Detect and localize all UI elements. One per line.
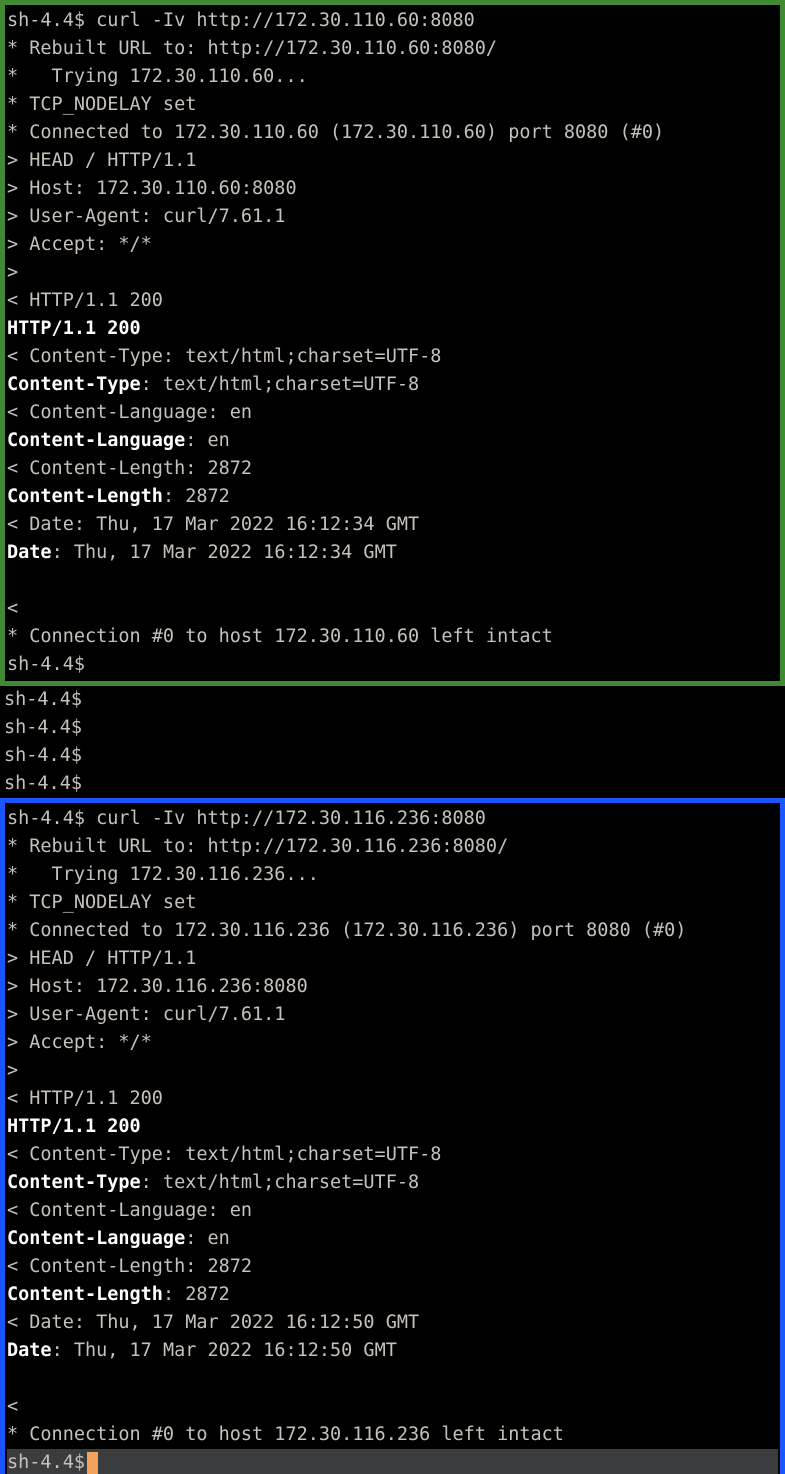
- header-val: : text/html;charset=UTF-8: [141, 1172, 419, 1193]
- output-line: > Accept: */*: [7, 231, 778, 259]
- output-line: <: [7, 595, 778, 623]
- blank-line: [7, 1365, 778, 1393]
- output-line: < Content-Type: text/html;charset=UTF-8: [7, 1141, 778, 1169]
- shell-prompt: sh-4.4$: [4, 686, 781, 714]
- output-line: < Content-Length: 2872: [7, 1253, 778, 1281]
- header-line: Content-Length: 2872: [7, 1281, 778, 1309]
- header-key: Content-Type: [7, 1172, 141, 1193]
- output-line: * TCP_NODELAY set: [7, 91, 778, 119]
- header-key: Content-Language: [7, 430, 185, 451]
- output-line: * Trying 172.30.116.236...: [7, 861, 778, 889]
- command-line: sh-4.4$ curl -Iv http://172.30.110.60:80…: [7, 7, 778, 35]
- header-line: Content-Type: text/html;charset=UTF-8: [7, 371, 778, 399]
- shell-prompt: sh-4.4$: [7, 808, 85, 829]
- active-prompt-row[interactable]: sh-4.4$: [7, 1449, 778, 1474]
- header-val: : Thu, 17 Mar 2022 16:12:50 GMT: [52, 1340, 397, 1361]
- header-line: Content-Type: text/html;charset=UTF-8: [7, 1169, 778, 1197]
- header-val: : en: [185, 430, 230, 451]
- output-line: > User-Agent: curl/7.61.1: [7, 203, 778, 231]
- output-line: * Rebuilt URL to: http://172.30.116.236:…: [7, 833, 778, 861]
- output-line: >: [7, 1057, 778, 1085]
- header-val: : 2872: [163, 486, 230, 507]
- shell-prompt: sh-4.4$: [7, 10, 85, 31]
- header-key: Content-Length: [7, 486, 163, 507]
- shell-prompt: sh-4.4$: [4, 714, 781, 742]
- blank-line: [7, 567, 778, 595]
- output-line: * TCP_NODELAY set: [7, 889, 778, 917]
- terminal-root[interactable]: sh-4.4$ curl -Iv http://172.30.110.60:80…: [0, 0, 785, 1474]
- output-line: * Connection #0 to host 172.30.116.236 l…: [7, 1421, 778, 1449]
- shell-prompt: sh-4.4$: [4, 770, 781, 798]
- output-line: * Connected to 172.30.110.60 (172.30.110…: [7, 119, 778, 147]
- header-key: Content-Language: [7, 1228, 185, 1249]
- output-line: > HEAD / HTTP/1.1: [7, 147, 778, 175]
- output-line: < Date: Thu, 17 Mar 2022 16:12:50 GMT: [7, 1309, 778, 1337]
- output-line: < Content-Type: text/html;charset=UTF-8: [7, 343, 778, 371]
- output-line: < Content-Language: en: [7, 1197, 778, 1225]
- http-status: HTTP/1.1 200: [7, 1113, 778, 1141]
- header-line: Content-Language: en: [7, 427, 778, 455]
- header-key: Date: [7, 1340, 52, 1361]
- shell-prompt: sh-4.4$: [7, 651, 778, 679]
- panel-1: sh-4.4$ curl -Iv http://172.30.110.60:80…: [0, 0, 785, 686]
- cursor-icon: [87, 1452, 98, 1474]
- header-key: Date: [7, 542, 52, 563]
- panel-2: sh-4.4$ curl -Iv http://172.30.116.236:8…: [0, 798, 785, 1474]
- command-text: curl -Iv: [85, 10, 196, 31]
- output-line: < Content-Length: 2872: [7, 455, 778, 483]
- output-line: < HTTP/1.1 200: [7, 1085, 778, 1113]
- header-val: : text/html;charset=UTF-8: [141, 374, 419, 395]
- output-line: * Connection #0 to host 172.30.110.60 le…: [7, 623, 778, 651]
- output-line: < HTTP/1.1 200: [7, 287, 778, 315]
- output-line: > User-Agent: curl/7.61.1: [7, 1001, 778, 1029]
- command-url: http://172.30.116.236:8080: [196, 808, 486, 829]
- output-line: * Connected to 172.30.116.236 (172.30.11…: [7, 917, 778, 945]
- output-line: * Trying 172.30.110.60...: [7, 63, 778, 91]
- output-line: > Host: 172.30.110.60:8080: [7, 175, 778, 203]
- header-line: Content-Length: 2872: [7, 483, 778, 511]
- output-line: * Rebuilt URL to: http://172.30.110.60:8…: [7, 35, 778, 63]
- header-val: : 2872: [163, 1284, 230, 1305]
- header-key: Content-Length: [7, 1284, 163, 1305]
- shell-prompt: sh-4.4$: [4, 742, 781, 770]
- command-url: http://172.30.110.60:8080: [196, 10, 474, 31]
- command-line: sh-4.4$ curl -Iv http://172.30.116.236:8…: [7, 805, 778, 833]
- header-val: : en: [185, 1228, 230, 1249]
- header-val: : Thu, 17 Mar 2022 16:12:34 GMT: [52, 542, 397, 563]
- output-line: > Accept: */*: [7, 1029, 778, 1057]
- header-line: Content-Language: en: [7, 1225, 778, 1253]
- header-line: Date: Thu, 17 Mar 2022 16:12:50 GMT: [7, 1337, 778, 1365]
- output-line: > Host: 172.30.116.236:8080: [7, 973, 778, 1001]
- output-line: <: [7, 1393, 778, 1421]
- output-line: >: [7, 259, 778, 287]
- shell-prompt: sh-4.4$: [7, 1449, 85, 1474]
- output-line: < Content-Language: en: [7, 399, 778, 427]
- command-text: curl -Iv: [85, 808, 196, 829]
- output-line: < Date: Thu, 17 Mar 2022 16:12:34 GMT: [7, 511, 778, 539]
- http-status: HTTP/1.1 200: [7, 315, 778, 343]
- output-line: > HEAD / HTTP/1.1: [7, 945, 778, 973]
- header-line: Date: Thu, 17 Mar 2022 16:12:34 GMT: [7, 539, 778, 567]
- header-key: Content-Type: [7, 374, 141, 395]
- gap-prompts: sh-4.4$ sh-4.4$ sh-4.4$ sh-4.4$: [0, 686, 785, 798]
